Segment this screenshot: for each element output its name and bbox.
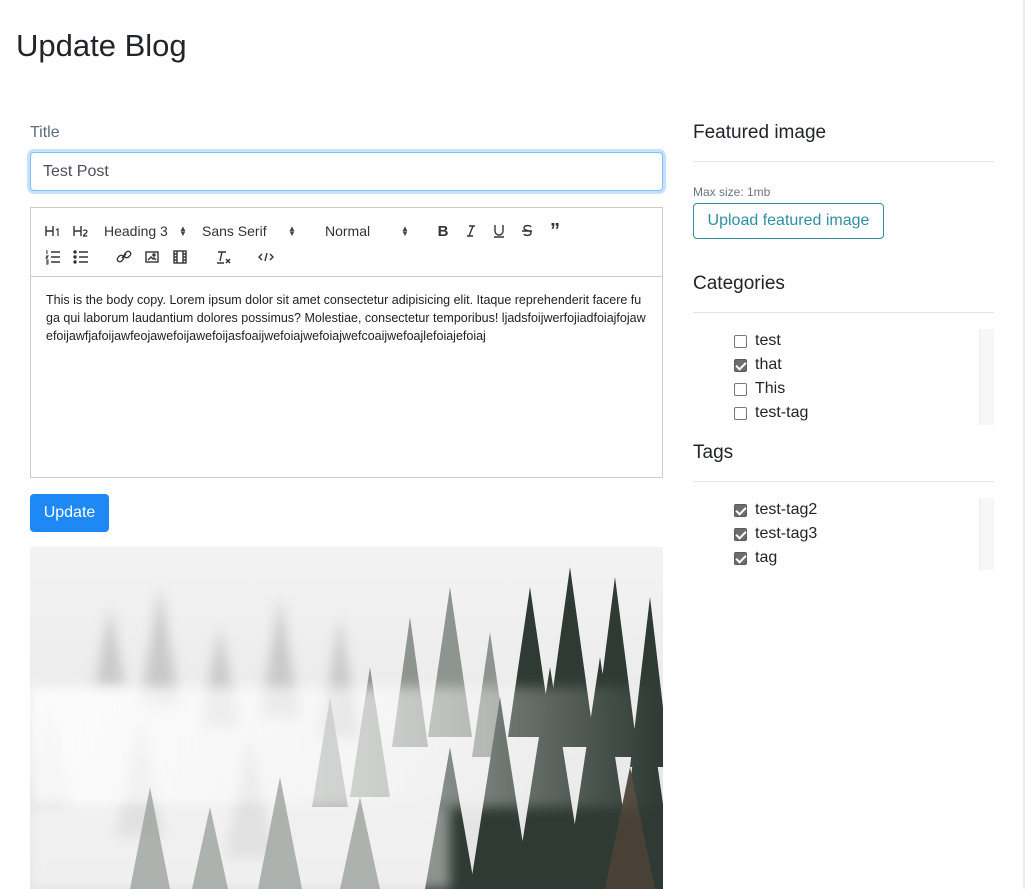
categories-heading: Categories xyxy=(693,273,785,294)
title-input[interactable] xyxy=(30,152,663,191)
category-label: that xyxy=(755,356,782,373)
checkbox[interactable] xyxy=(734,527,747,541)
select-arrows-icon: ▲ ▼ xyxy=(179,224,187,238)
select-arrows-icon: ▲ ▼ xyxy=(401,224,409,238)
heading-select-value: Heading 3 xyxy=(104,223,168,239)
size-select-value: Normal xyxy=(325,223,371,239)
tags-heading: Tags xyxy=(693,442,734,463)
video-icon[interactable] xyxy=(171,247,189,267)
bullet-list-icon[interactable] xyxy=(72,247,90,267)
size-select[interactable]: Normal ▲ ▼ xyxy=(325,221,411,241)
max-size-note: Max size: 1mb xyxy=(693,185,771,199)
category-label: test xyxy=(755,332,781,349)
featured-image-heading: Featured image xyxy=(693,122,827,143)
category-item[interactable]: test-tag xyxy=(734,401,808,425)
checkbox[interactable] xyxy=(734,358,747,372)
link-icon[interactable] xyxy=(115,247,133,267)
tag-item[interactable]: test-tag2 xyxy=(734,498,817,522)
tag-label: test-tag2 xyxy=(755,501,818,518)
strike-icon[interactable] xyxy=(518,221,536,241)
category-item[interactable]: This xyxy=(734,377,785,401)
editor-toolbar: Heading 3 ▲ ▼ Sans Serif ▲ ▼ Normal ▲ ▼ B ” xyxy=(31,208,662,277)
tags-scrollbar[interactable] xyxy=(979,498,994,570)
tag-item[interactable]: tag xyxy=(734,546,777,570)
checkbox[interactable] xyxy=(734,551,747,565)
checkbox[interactable] xyxy=(734,503,747,517)
tag-label: tag xyxy=(755,549,778,566)
ordered-list-icon[interactable] xyxy=(44,247,62,267)
blockquote-icon[interactable]: ” xyxy=(546,221,564,241)
code-block-icon[interactable] xyxy=(257,247,275,267)
title-label: Title xyxy=(30,124,60,141)
foggy-forest-image xyxy=(30,547,663,889)
update-button[interactable]: Update xyxy=(30,494,109,532)
italic-icon[interactable] xyxy=(462,221,480,241)
font-select-value: Sans Serif xyxy=(202,223,267,239)
h1-icon[interactable] xyxy=(44,221,62,241)
tags-list: test-tag2 test-tag3 tag xyxy=(693,498,994,570)
page-title: Update Blog xyxy=(16,28,187,63)
category-label: test-tag xyxy=(755,404,809,421)
divider xyxy=(693,481,994,482)
h2-icon[interactable] xyxy=(72,221,90,241)
divider xyxy=(693,161,994,162)
tag-item[interactable]: test-tag3 xyxy=(734,522,817,546)
category-item[interactable]: that xyxy=(734,353,782,377)
categories-list: test that This test-tag xyxy=(693,329,994,425)
featured-image-preview xyxy=(30,547,663,889)
category-label: This xyxy=(755,380,786,397)
checkbox[interactable] xyxy=(734,382,747,396)
checkbox[interactable] xyxy=(734,406,747,420)
underline-icon[interactable] xyxy=(490,221,508,241)
clean-format-icon[interactable] xyxy=(214,247,232,267)
category-item[interactable]: test xyxy=(734,329,781,353)
image-icon[interactable] xyxy=(143,247,161,267)
tag-label: test-tag3 xyxy=(755,525,818,542)
categories-scrollbar[interactable] xyxy=(979,329,994,425)
font-select[interactable]: Sans Serif ▲ ▼ xyxy=(202,221,302,241)
divider xyxy=(693,312,994,313)
upload-featured-image-button[interactable]: Upload featured image xyxy=(693,203,884,239)
bold-icon[interactable]: B xyxy=(434,221,452,241)
checkbox[interactable] xyxy=(734,334,747,348)
rich-text-editor: Heading 3 ▲ ▼ Sans Serif ▲ ▼ Normal ▲ ▼ B ” xyxy=(30,207,663,478)
select-arrows-icon: ▲ ▼ xyxy=(288,224,296,238)
heading-select[interactable]: Heading 3 ▲ ▼ xyxy=(104,221,190,241)
editor-content[interactable]: This is the body copy. Lorem ipsum dolor… xyxy=(31,277,662,477)
